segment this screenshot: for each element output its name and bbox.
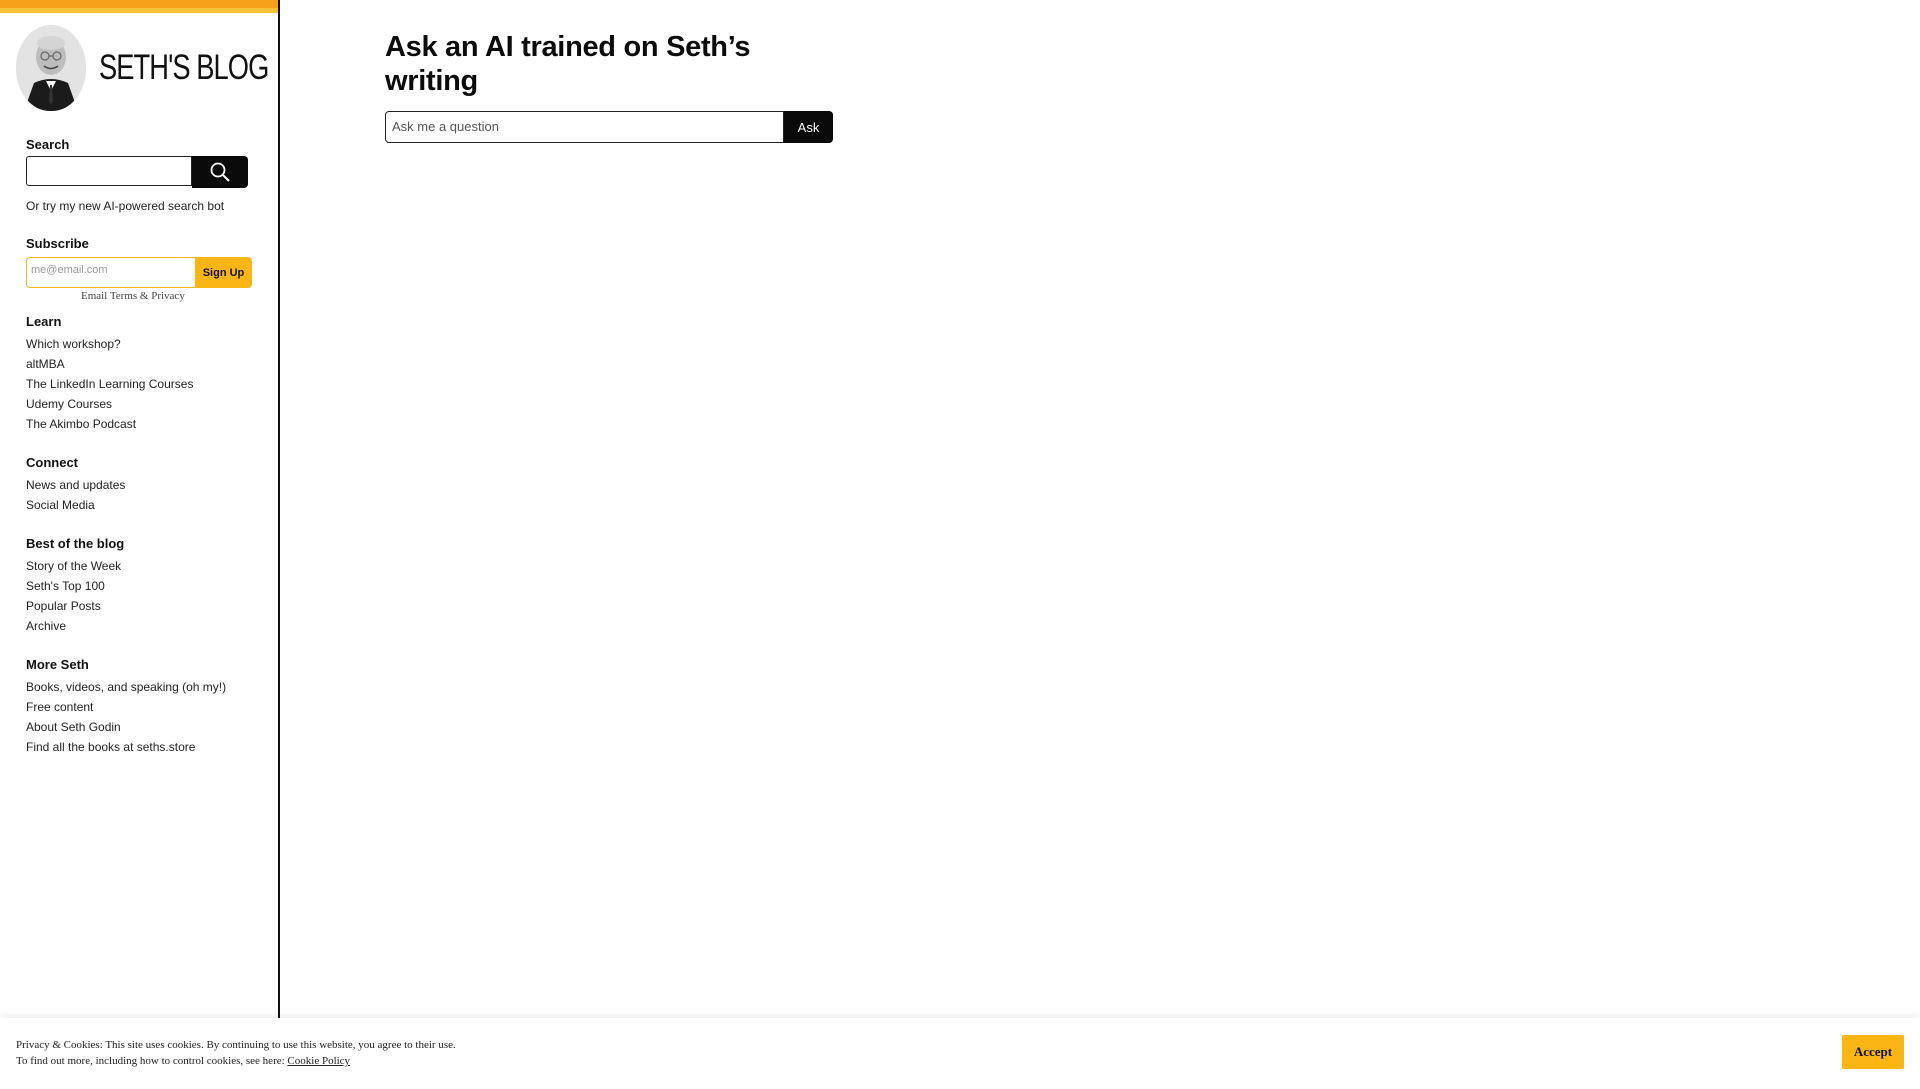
nav-link-free-content[interactable]: Free content	[26, 697, 226, 717]
nav-link-which-workshop[interactable]: Which workshop?	[26, 334, 193, 354]
page: SETH'S BLOG Search Or try my new AI-powe…	[0, 0, 1920, 1089]
nav-link-news-updates[interactable]: News and updates	[26, 475, 125, 495]
nav-link-altmba[interactable]: altMBA	[26, 354, 193, 374]
cookie-notice-line-1: Privacy & Cookies: This site uses cookie…	[16, 1039, 456, 1051]
nav-link-social-media[interactable]: Social Media	[26, 495, 125, 515]
cookie-notice-text: Privacy & Cookies: This site uses cookie…	[16, 1037, 456, 1069]
nav-group-label: Learn	[26, 314, 62, 329]
cookie-notice-line-2-text: To find out more, including how to contr…	[16, 1055, 288, 1067]
search-input[interactable]	[26, 156, 192, 186]
top-accent-bar-secondary	[0, 8, 278, 13]
ask-button[interactable]: Ask	[784, 111, 833, 143]
nav-group-best-of-blog: Best of the blog Story of the Week Seth'…	[26, 536, 124, 636]
main-content: Ask an AI trained on Seth’s writing Ask …	[280, 0, 1920, 1018]
search-label: Search	[26, 137, 70, 152]
ask-form: Ask me a question Ask	[385, 111, 833, 143]
cookie-notice-line-2: To find out more, including how to contr…	[16, 1053, 456, 1069]
nav-group-learn: Learn Which workshop? altMBA The LinkedI…	[26, 314, 193, 434]
nav-link-top-100[interactable]: Seth's Top 100	[26, 576, 124, 596]
nav-group-label: More Seth	[26, 657, 89, 672]
nav-link-books-videos-speaking[interactable]: Books, videos, and speaking (oh my!)	[26, 677, 226, 697]
nav-link-linkedin-courses[interactable]: The LinkedIn Learning Courses	[26, 374, 193, 394]
search-icon	[210, 162, 230, 182]
search-form	[26, 156, 248, 188]
nav-link-popular-posts[interactable]: Popular Posts	[26, 596, 124, 616]
nav-link-seths-store[interactable]: Find all the books at seths.store	[26, 737, 226, 757]
brand[interactable]: SETH'S BLOG	[16, 25, 316, 111]
blog-title[interactable]: SETH'S BLOG	[99, 48, 269, 88]
email-terms-link[interactable]: Email Terms & Privacy	[81, 290, 185, 302]
email-field[interactable]: me@email.com	[26, 257, 195, 288]
nav-group-label: Connect	[26, 455, 78, 470]
accept-cookies-button[interactable]: Accept	[1842, 1035, 1904, 1069]
nav-group-connect: Connect News and updates Social Media	[26, 455, 125, 515]
sidebar: SETH'S BLOG Search Or try my new AI-powe…	[0, 0, 280, 1018]
nav-link-about-seth[interactable]: About Seth Godin	[26, 717, 226, 737]
nav-group-more-seth: More Seth Books, videos, and speaking (o…	[26, 657, 226, 757]
search-button[interactable]	[192, 156, 248, 188]
cookie-policy-link[interactable]: Cookie Policy	[287, 1055, 350, 1067]
nav-link-archive[interactable]: Archive	[26, 616, 124, 636]
nav-link-akimbo-podcast[interactable]: The Akimbo Podcast	[26, 414, 193, 434]
page-title: Ask an AI trained on Seth’s writing	[385, 31, 751, 97]
subscribe-label: Subscribe	[26, 236, 89, 251]
subscribe-form: me@email.com Sign Up	[26, 257, 252, 288]
top-accent-bar	[0, 0, 278, 8]
avatar	[16, 25, 86, 111]
nav-link-udemy-courses[interactable]: Udemy Courses	[26, 394, 193, 414]
sign-up-button[interactable]: Sign Up	[195, 257, 252, 288]
question-input[interactable]: Ask me a question	[385, 111, 784, 143]
nav-group-label: Best of the blog	[26, 536, 125, 551]
cookie-banner: Privacy & Cookies: This site uses cookie…	[0, 1018, 1920, 1089]
nav-link-story-of-week[interactable]: Story of the Week	[26, 556, 124, 576]
ai-search-bot-link[interactable]: Or try my new AI-powered search bot	[26, 199, 224, 213]
